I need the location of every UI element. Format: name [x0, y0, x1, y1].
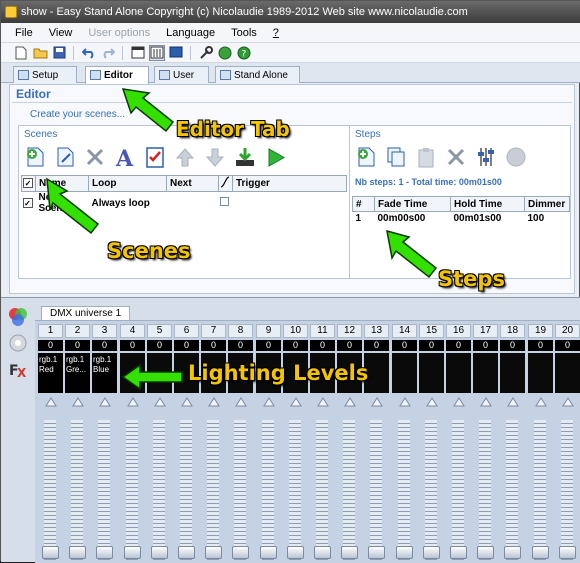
steps-callout: Steps — [438, 267, 505, 291]
app-window: show - Easy Stand Alone Copyright (c) Ni… — [0, 0, 580, 563]
editor-tab-callout: Editor Tab — [176, 117, 290, 141]
lighting-levels-callout: Lighting Levels — [188, 361, 369, 385]
scenes-arrow — [46, 177, 100, 235]
editor-tab-arrow — [121, 88, 175, 133]
steps-arrow — [386, 229, 438, 279]
lighting-levels-arrow — [121, 363, 183, 391]
scenes-callout: Scenes — [107, 239, 191, 263]
